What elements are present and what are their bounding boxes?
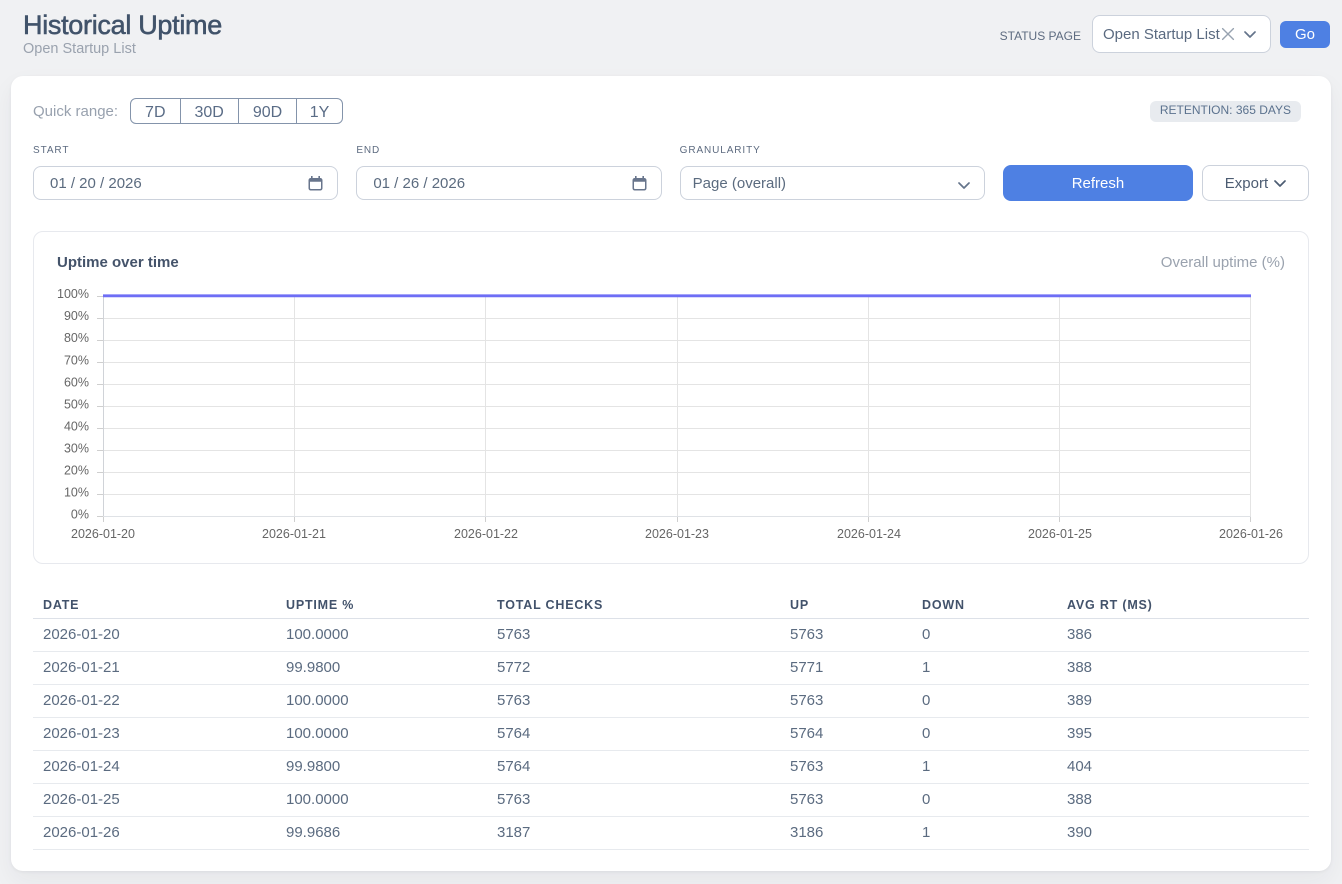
svg-text:2026-01-22: 2026-01-22 — [454, 527, 518, 541]
svg-text:2026-01-24: 2026-01-24 — [837, 527, 901, 541]
svg-text:0%: 0% — [71, 508, 89, 522]
svg-text:30%: 30% — [64, 442, 89, 456]
svg-text:2026-01-21: 2026-01-21 — [262, 527, 326, 541]
svg-text:100%: 100% — [57, 287, 89, 301]
svg-text:10%: 10% — [64, 486, 89, 500]
svg-text:20%: 20% — [64, 464, 89, 478]
svg-text:2026-01-20: 2026-01-20 — [71, 527, 135, 541]
svg-text:50%: 50% — [64, 397, 89, 411]
svg-text:2026-01-25: 2026-01-25 — [1028, 527, 1092, 541]
svg-text:80%: 80% — [64, 331, 89, 345]
svg-text:70%: 70% — [64, 353, 89, 367]
svg-text:2026-01-23: 2026-01-23 — [645, 527, 709, 541]
svg-text:40%: 40% — [64, 419, 89, 433]
svg-text:90%: 90% — [64, 309, 89, 323]
svg-text:2026-01-26: 2026-01-26 — [1219, 527, 1283, 541]
svg-text:60%: 60% — [64, 375, 89, 389]
